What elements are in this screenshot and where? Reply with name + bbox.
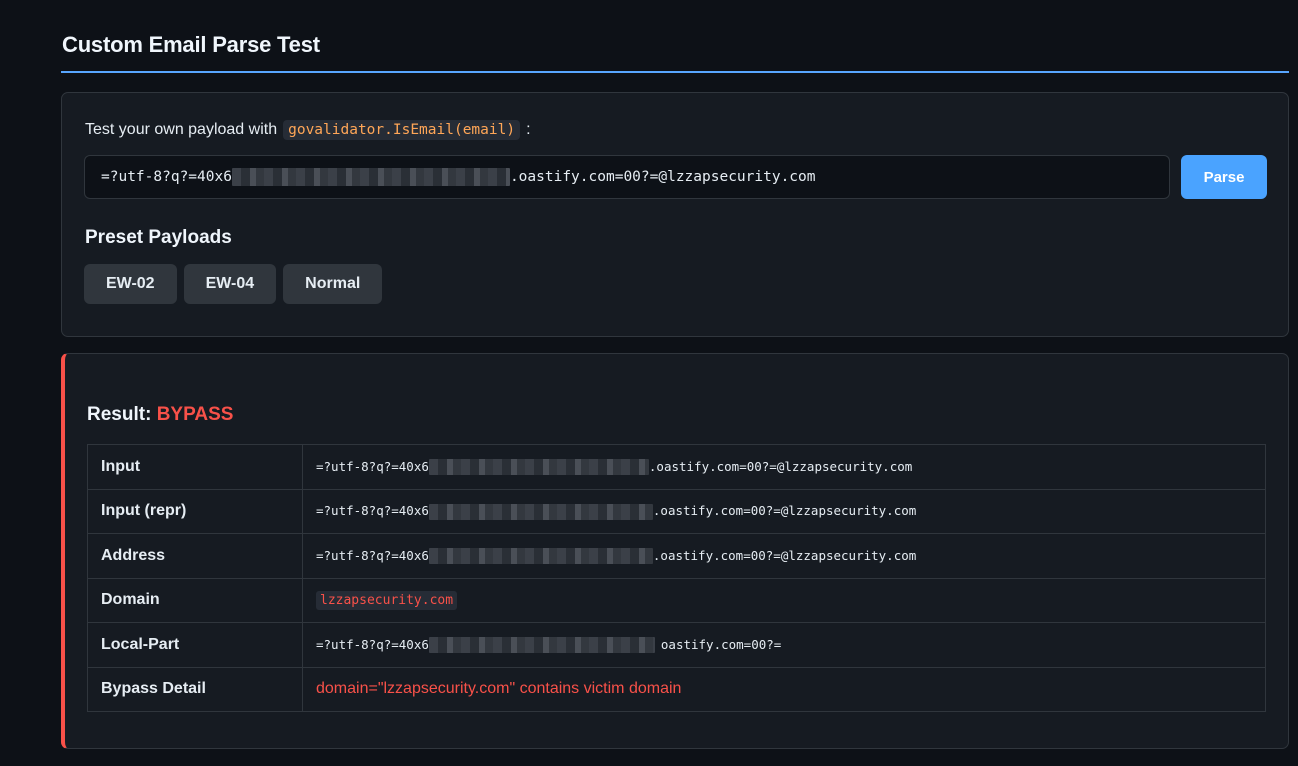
preset-button-ew-04[interactable]: EW-04 (183, 264, 277, 304)
row-value: =?utf-8?q?=40x6 oastify.com=00?= (302, 622, 1266, 668)
value-start: =?utf-8?q?=40x6 (316, 636, 429, 652)
preset-payloads-heading: Preset Payloads (85, 227, 232, 248)
table-row: Local-Part =?utf-8?q?=40x6 oastify.com=00… (87, 622, 1266, 668)
value-start: =?utf-8?q?=40x6 (316, 458, 429, 474)
email-payload-input[interactable]: =?utf-8?q?=40x6 .oastify.com=00?=@lzzaps… (84, 155, 1170, 199)
row-key: Bypass Detail (87, 666, 303, 712)
title-divider (61, 71, 1289, 73)
row-value: =?utf-8?q?=40x6 .oastify.com=00?=@lzzapse… (302, 533, 1266, 579)
row-key: Address (87, 533, 303, 579)
prompt-prefix: Test your own payload with (85, 121, 278, 138)
function-name-code: govalidator.IsEmail(email) (283, 120, 521, 140)
result-label: Result: (87, 404, 152, 425)
table-row: Input =?utf-8?q?=40x6 .oastify.com=00?=@l… (87, 444, 1266, 490)
result-status: BYPASS (156, 404, 234, 425)
table-row: Bypass Detail domain="lzzapsecurity.com"… (87, 666, 1266, 712)
preset-button-ew-02[interactable]: EW-02 (84, 264, 177, 304)
row-value: lzzapsecurity.com (302, 577, 1266, 623)
preset-button-normal[interactable]: Normal (283, 264, 383, 304)
table-row: Input (repr) =?utf-8?q?=40x6 .oastify.com… (87, 488, 1266, 534)
prompt-suffix: : (526, 121, 531, 138)
redacted-block (428, 503, 653, 520)
test-prompt: Test your own payload with govalidator.I… (85, 120, 531, 140)
preset-button-row: EW-02 EW-04 Normal (84, 264, 383, 304)
value-end: .oastify.com=00?=@lzzapsecurity.com (648, 458, 913, 474)
table-row: Domain lzzapsecurity.com (87, 577, 1266, 623)
page-title: Custom Email Parse Test (62, 32, 320, 57)
value-start: =?utf-8?q?=40x6 (316, 503, 429, 518)
row-key: Input (repr) (87, 488, 303, 534)
value-start: =?utf-8?q?=40x6 (316, 547, 429, 563)
redacted-block (428, 548, 653, 564)
row-value: =?utf-8?q?=40x6 .oastify.com=00?=@lzzapse… (302, 488, 1266, 534)
input-value-end: .oastify.com=00?=@lzzapsecurity.com (509, 169, 816, 185)
result-panel: Result: BYPASS Input =?utf-8?q?=40x6 .oas… (61, 353, 1289, 749)
row-value: =?utf-8?q?=40x6 .oastify.com=00?=@lzzapse… (302, 444, 1266, 490)
row-key: Input (87, 444, 303, 490)
result-heading: Result: BYPASS (87, 404, 233, 426)
parse-button[interactable]: Parse (1181, 155, 1267, 199)
input-value-start: =?utf-8?q?=40x6 (101, 169, 232, 185)
row-value: domain="lzzapsecurity.com" contains vict… (302, 666, 1266, 712)
redacted-block (428, 637, 655, 653)
custom-test-panel: Test your own payload with govalidator.I… (61, 92, 1289, 337)
redacted-block (428, 459, 649, 475)
result-table: Input =?utf-8?q?=40x6 .oastify.com=00?=@l… (87, 444, 1266, 712)
row-key: Local-Part (87, 622, 303, 668)
table-row: Address =?utf-8?q?=40x6 .oastify.com=00?=… (87, 533, 1266, 579)
redacted-block (231, 168, 510, 186)
value-end: .oastify.com=00?=@lzzapsecurity.com (652, 547, 917, 563)
value-end: oastify.com=00?= (660, 636, 782, 652)
bypass-detail-text: domain="lzzapsecurity.com" contains vict… (316, 680, 682, 698)
domain-value: lzzapsecurity.com (316, 591, 458, 611)
row-key: Domain (87, 577, 303, 623)
value-end: .oastify.com=00?=@lzzapsecurity.com (652, 503, 917, 518)
